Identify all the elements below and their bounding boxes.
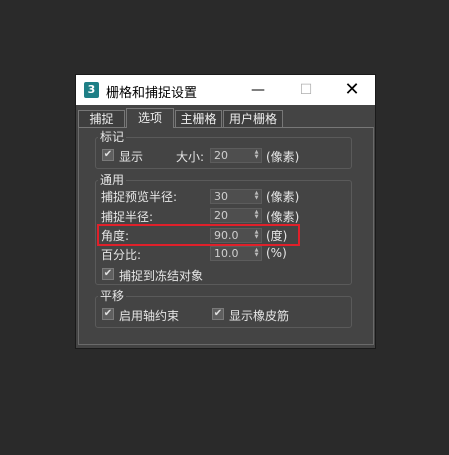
snap-to-frozen-label: 捕捉到冻结对象 bbox=[119, 269, 204, 283]
tab-snaps[interactable]: 捕捉 bbox=[78, 110, 125, 127]
percent-label: 百分比: bbox=[101, 248, 142, 262]
general-group-title: 通用 bbox=[98, 171, 127, 188]
angle-value: 90.0 bbox=[214, 229, 239, 242]
angle-label: 角度: bbox=[101, 229, 130, 243]
tab-user-grids[interactable]: 用户栅格 bbox=[223, 110, 283, 127]
spinner-arrows-icon[interactable]: ▲ ▼ bbox=[253, 191, 260, 202]
close-button[interactable]: ✕ bbox=[332, 78, 372, 102]
tab-home-grid[interactable]: 主栅格 bbox=[175, 110, 222, 127]
marker-size-value: 20 bbox=[214, 149, 228, 162]
rubber-band-checkbox[interactable]: ✔ bbox=[212, 308, 224, 320]
snap-radius-label: 捕捉半径: bbox=[101, 210, 154, 224]
3dsmax-app-icon: 3 bbox=[84, 82, 99, 98]
snap-preview-radius-value: 30 bbox=[214, 190, 228, 203]
snap-preview-radius-label: 捕捉预览半径: bbox=[101, 190, 178, 204]
percent-unit: (%) bbox=[266, 246, 287, 260]
angle-unit: (度) bbox=[266, 229, 288, 243]
tab-options[interactable]: 选项 bbox=[126, 108, 174, 128]
spinner-arrows-icon[interactable]: ▲ ▼ bbox=[253, 210, 260, 221]
rubber-band-label: 显示橡皮筋 bbox=[229, 309, 290, 323]
axis-constraints-checkbox[interactable]: ✔ bbox=[102, 308, 114, 320]
show-marker-label: 显示 bbox=[119, 150, 144, 164]
snap-radius-value: 20 bbox=[214, 209, 228, 222]
snap-radius-unit: (像素) bbox=[266, 210, 300, 224]
snap-preview-radius-spinner[interactable]: 30 ▲ ▼ bbox=[210, 189, 262, 204]
tab-strip: 捕捉 选项 主栅格 用户栅格 bbox=[78, 108, 374, 128]
percent-value: 10.0 bbox=[214, 247, 239, 260]
spinner-arrows-icon[interactable]: ▲ ▼ bbox=[253, 230, 260, 241]
marks-group-title: 标记 bbox=[98, 128, 127, 145]
maximize-button[interactable]: ☐ bbox=[286, 78, 326, 102]
angle-spinner[interactable]: 90.0 ▲ ▼ bbox=[210, 228, 262, 243]
snap-preview-radius-unit: (像素) bbox=[266, 190, 300, 204]
minimize-button[interactable]: — bbox=[238, 78, 278, 102]
spinner-arrows-icon[interactable]: ▲ ▼ bbox=[253, 248, 260, 259]
show-marker-checkbox[interactable]: ✔ bbox=[102, 149, 114, 161]
marker-size-spinner[interactable]: 20 ▲ ▼ bbox=[210, 148, 262, 163]
window-title: 栅格和捕捉设置 bbox=[106, 86, 198, 101]
percent-spinner[interactable]: 10.0 ▲ ▼ bbox=[210, 246, 262, 261]
spinner-arrows-icon[interactable]: ▲ ▼ bbox=[253, 150, 260, 161]
size-label: 大小: bbox=[176, 150, 205, 164]
marker-size-unit: (像素) bbox=[266, 150, 300, 164]
snap-radius-spinner[interactable]: 20 ▲ ▼ bbox=[210, 208, 262, 223]
title-bar[interactable]: 3 栅格和捕捉设置 — ☐ ✕ bbox=[76, 75, 375, 105]
snap-to-frozen-checkbox[interactable]: ✔ bbox=[102, 268, 114, 280]
axis-constraints-label: 启用轴约束 bbox=[119, 309, 180, 323]
translation-group-title: 平移 bbox=[98, 287, 127, 304]
